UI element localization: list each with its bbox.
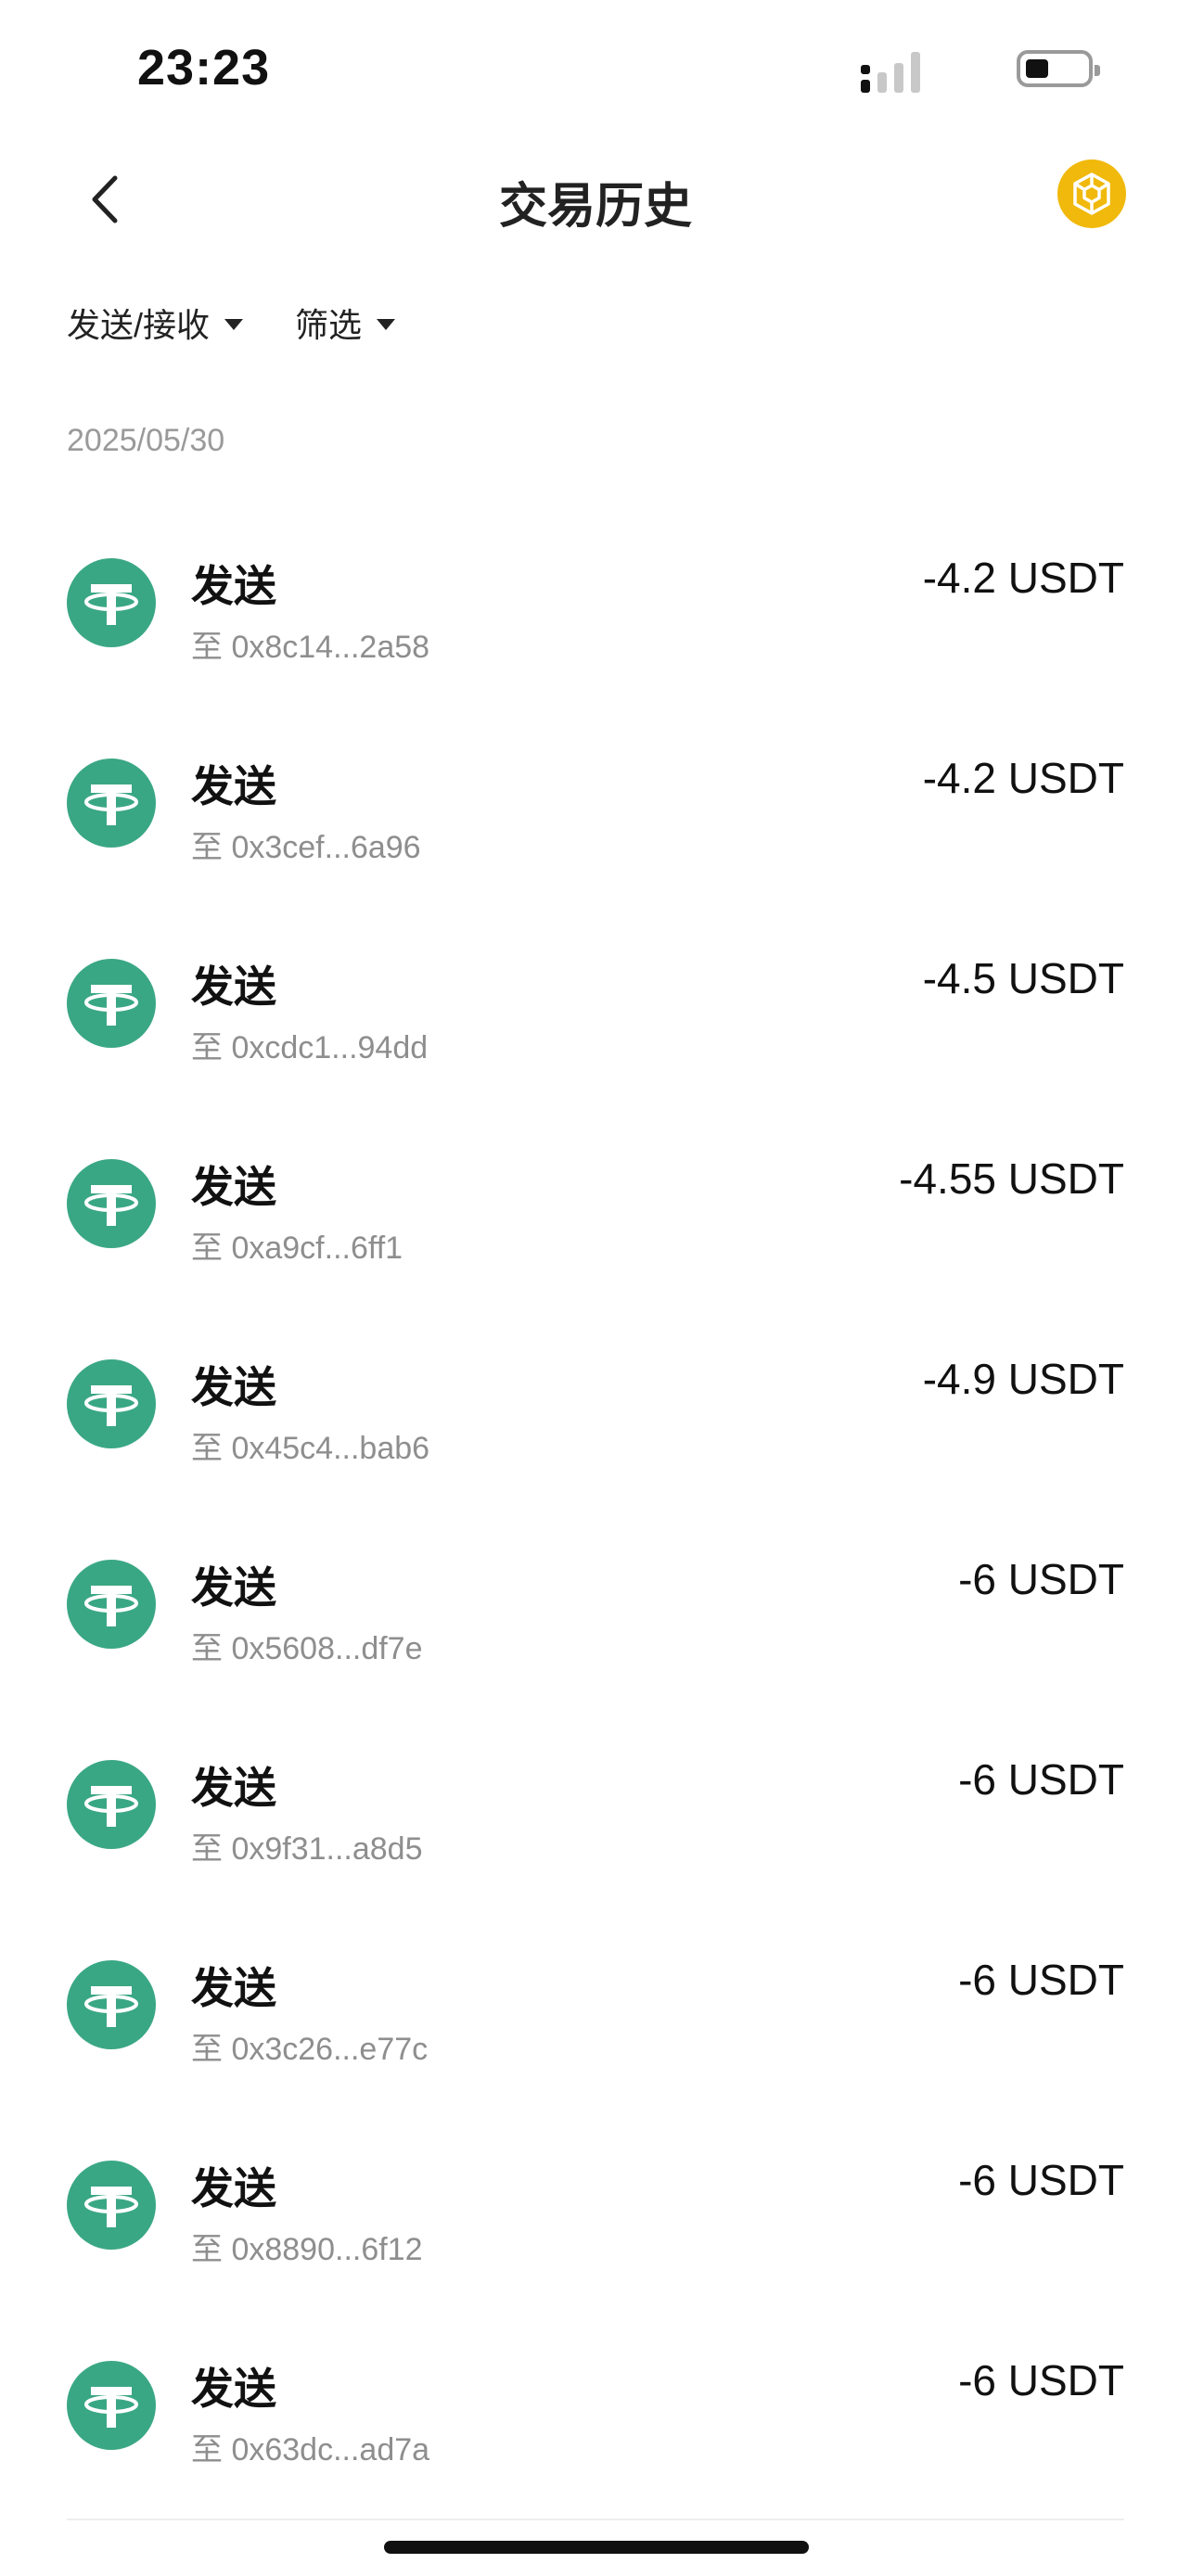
usdt-tether-icon <box>67 959 156 1048</box>
transaction-row[interactable]: 发送 至 0x8890...6f12 -6 USDT <box>0 2107 1191 2307</box>
transaction-list: 发送 至 0x8c14...2a58 -4.2 USDT 发送 至 0x3cef… <box>0 504 1191 2507</box>
usdt-tether-icon <box>67 2361 156 2450</box>
caret-down-icon <box>377 319 396 330</box>
transaction-row[interactable]: 发送 至 0xcdc1...94dd -4.5 USDT <box>0 905 1191 1105</box>
transaction-row[interactable]: 发送 至 0x5608...df7e -6 USDT <box>0 1506 1191 1706</box>
caret-down-icon <box>224 319 244 330</box>
transaction-type: 发送 <box>191 1764 276 1812</box>
transaction-address: 至 0x8c14...2a58 <box>191 630 430 665</box>
page-title: 交易历史 <box>498 180 692 234</box>
transaction-amount: -4.55 USDT <box>899 1154 1124 1203</box>
transaction-address: 至 0x63dc...ad7a <box>191 2432 430 2468</box>
transaction-amount: -4.2 USDT <box>922 754 1124 802</box>
transaction-type: 发送 <box>191 762 276 810</box>
transaction-address: 至 0x5608...df7e <box>191 1631 423 1666</box>
transaction-row[interactable]: 发送 至 0x3c26...e77c -6 USDT <box>0 1906 1191 2107</box>
transaction-address: 至 0x8890...6f12 <box>191 2232 423 2267</box>
transaction-address: 至 0x3c26...e77c <box>191 2032 429 2067</box>
network-selector-button[interactable] <box>1057 159 1126 228</box>
transaction-type: 发送 <box>191 963 276 1011</box>
date-header: 2025/05/30 <box>67 423 225 458</box>
transaction-type: 发送 <box>191 1163 276 1211</box>
status-bar: 23:23 <box>0 0 1191 139</box>
cellular-signal-icon <box>861 50 920 93</box>
usdt-tether-icon <box>67 1359 156 1448</box>
transaction-address: 至 0x9f31...a8d5 <box>191 1831 423 1867</box>
transaction-amount: -6 USDT <box>958 1956 1124 2004</box>
transaction-amount: -6 USDT <box>958 2356 1124 2404</box>
usdt-tether-icon <box>67 558 156 647</box>
transaction-address: 至 0xcdc1...94dd <box>191 1030 429 1065</box>
transaction-row[interactable]: 发送 至 0x3cef...6a96 -4.2 USDT <box>0 705 1191 905</box>
filter-send-receive-dropdown[interactable]: 发送/接收 <box>67 299 244 347</box>
transaction-amount: -6 USDT <box>958 1555 1124 1603</box>
usdt-tether-icon <box>67 1159 156 1248</box>
filter-dropdown[interactable]: 筛选 <box>295 299 396 347</box>
transaction-amount: -6 USDT <box>958 2156 1124 2204</box>
status-time: 23:23 <box>137 40 271 96</box>
transaction-address: 至 0x3cef...6a96 <box>191 830 421 865</box>
transaction-amount: -4.5 USDT <box>922 954 1124 1002</box>
transaction-type: 发送 <box>191 2164 276 2213</box>
battery-icon <box>1017 50 1100 87</box>
transaction-type: 发送 <box>191 562 276 610</box>
transaction-type: 发送 <box>191 1563 276 1612</box>
transaction-address: 至 0x45c4...bab6 <box>191 1431 430 1466</box>
transaction-row[interactable]: 发送 至 0x8c14...2a58 -4.2 USDT <box>0 504 1191 705</box>
usdt-tether-icon <box>67 2161 156 2250</box>
usdt-tether-icon <box>67 1760 156 1849</box>
usdt-tether-icon <box>67 759 156 848</box>
transaction-type: 发送 <box>191 1964 276 2012</box>
usdt-tether-icon <box>67 1560 156 1649</box>
transaction-row[interactable]: 发送 至 0x9f31...a8d5 -6 USDT <box>0 1706 1191 1906</box>
transaction-row[interactable]: 发送 至 0x45c4...bab6 -4.9 USDT <box>0 1306 1191 1506</box>
filter-bar: 发送/接收 筛选 <box>67 295 447 351</box>
usdt-tether-icon <box>67 1960 156 2049</box>
filter-label: 筛选 <box>295 306 363 344</box>
transaction-row[interactable]: 发送 至 0x63dc...ad7a -6 USDT <box>0 2307 1191 2507</box>
transaction-amount: -6 USDT <box>958 1755 1124 1804</box>
transaction-type: 发送 <box>191 2365 276 2413</box>
transaction-address: 至 0xa9cf...6ff1 <box>191 1231 403 1266</box>
divider <box>67 2519 1124 2520</box>
transaction-amount: -4.9 USDT <box>922 1355 1124 1403</box>
nav-bar: 交易历史 <box>0 139 1191 260</box>
filter-label: 发送/接收 <box>67 306 211 344</box>
transaction-amount: -4.2 USDT <box>922 554 1124 602</box>
bnb-chain-icon <box>1073 172 1110 215</box>
home-indicator[interactable] <box>384 2541 809 2554</box>
transaction-row[interactable]: 发送 至 0xa9cf...6ff1 -4.55 USDT <box>0 1105 1191 1306</box>
transaction-type: 发送 <box>191 1363 276 1411</box>
